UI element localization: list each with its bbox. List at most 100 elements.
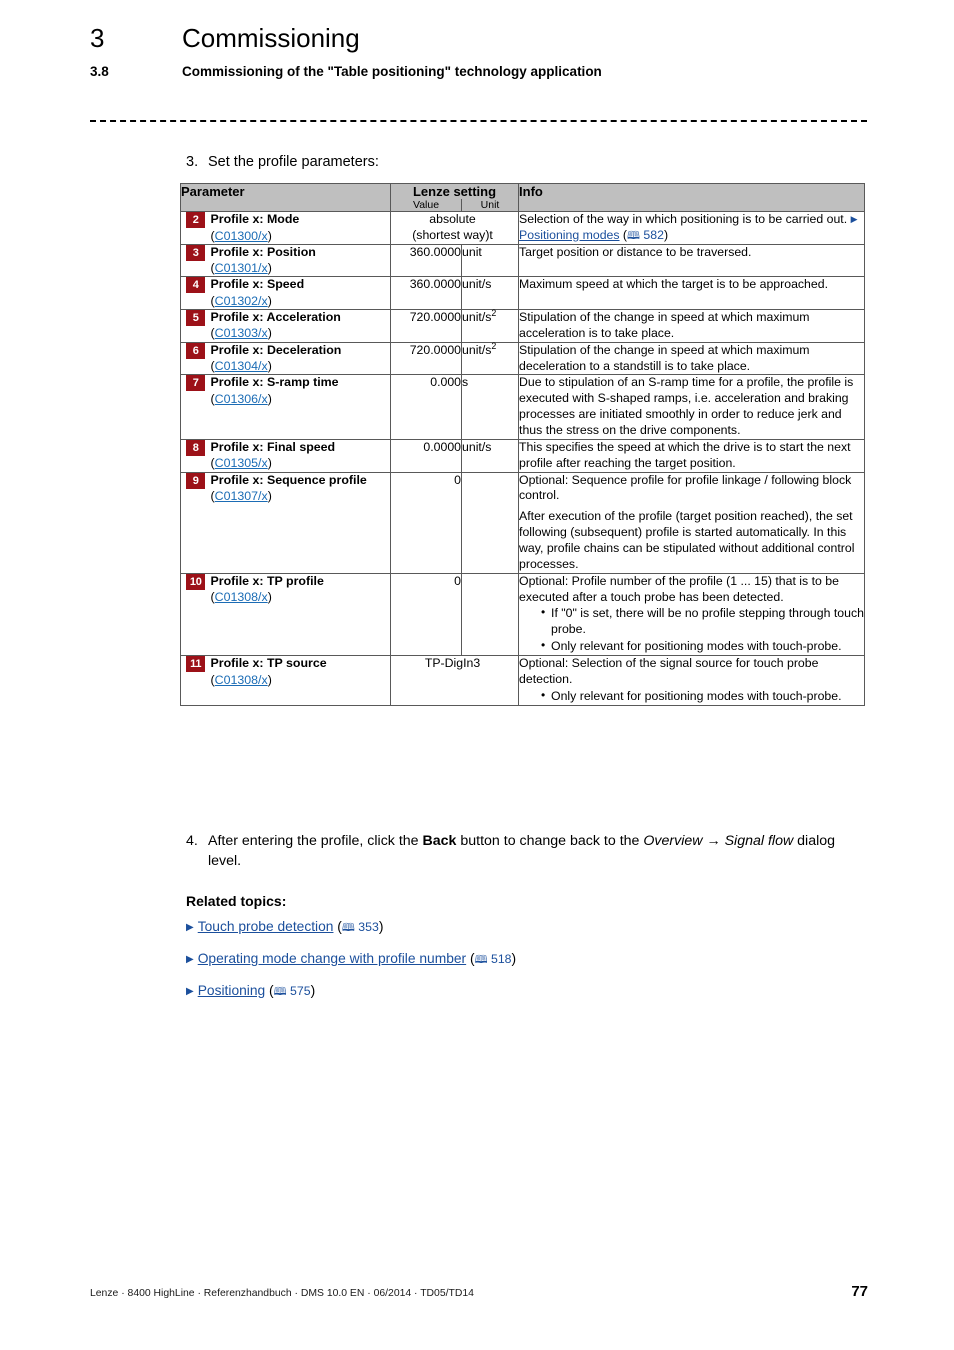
step-marker-badge: 2 [186, 212, 206, 228]
step-marker-badge: 3 [186, 244, 206, 261]
parameter-code: (C01300/x) [210, 228, 272, 243]
unit-cell: unit/s2 [461, 307, 520, 343]
page-reference[interactable]: 518 [488, 952, 512, 966]
section-title: Commissioning of the "Table positioning"… [182, 63, 602, 79]
parameter-code-link[interactable]: C01308/x [215, 590, 268, 604]
value-cell: 720.0000 [390, 308, 463, 343]
info-bullet-item: Only relevant for positioning modes with… [519, 638, 864, 655]
table-row: 5 Profile x: Acceleration (C01303/x) 720.00… [180, 307, 866, 343]
parameter-code-link[interactable]: C01307/x [215, 489, 268, 503]
parameter-cell: Profile x: Deceleration (C01304/x) [210, 341, 392, 376]
chapter-number: 3 [90, 23, 105, 53]
book-icon: 🕮 [627, 228, 641, 242]
parameter-code-link[interactable]: C01301/x [215, 261, 268, 275]
parameter-code-link[interactable]: C01306/x [215, 392, 268, 406]
row-badge-cell: 10 [180, 572, 211, 657]
parameter-code-link[interactable]: C01300/x [215, 229, 268, 243]
row-badge-cell: 6 [180, 341, 211, 376]
page-reference[interactable]: 582 [640, 228, 664, 242]
related-topic-item[interactable]: ▶ Positioning (🕮 575) [186, 983, 846, 1002]
related-topic-link[interactable]: Operating mode change with profile numbe… [198, 951, 466, 966]
parameter-code: (C01308/x) [210, 590, 272, 605]
info-bullet-item: Only relevant for positioning modes with… [519, 688, 864, 705]
parameter-code-link[interactable]: C01304/x [215, 359, 268, 373]
positioning-modes-link[interactable]: Positioning modes [519, 228, 619, 242]
parameter-cell: Profile x: Mode (C01300/x) [210, 211, 392, 245]
related-topic-link[interactable]: Touch probe detection [198, 919, 334, 934]
triangle-bullet-icon: ▶ [850, 214, 858, 224]
table-row: 11 Profile x: TP source (C01308/x) TP-DigIn… [180, 655, 866, 706]
parameter-code-link[interactable]: C01302/x [215, 294, 268, 308]
th-unit: Unit [461, 199, 520, 212]
parameter-name: Profile x: Mode [210, 212, 300, 226]
info-cell: Maximum speed at which the target is to … [518, 276, 866, 310]
value-cell: 0 [390, 572, 463, 657]
parameter-name: Profile x: Sequence profile [210, 472, 367, 487]
value-cell: TP-DigIn3 [390, 655, 520, 706]
step-marker-badge: 4 [186, 277, 206, 294]
parameter-code: (C01306/x) [210, 391, 272, 406]
th-parameter: Parameter [179, 183, 391, 199]
info-cell: Stipulation of the change in speed at wh… [518, 341, 866, 376]
step-marker-badge: 6 [186, 342, 206, 359]
parameter-code: (C01307/x) [210, 489, 272, 504]
th-lenze-setting: Lenze setting [390, 183, 520, 199]
page-footer: Lenze · 8400 HighLine · Referenzhandbuch… [90, 1283, 868, 1300]
page-reference[interactable]: 575 [287, 984, 311, 998]
unit-exponent: 2 [491, 307, 497, 318]
parameter-code: (C01303/x) [210, 326, 272, 341]
value-cell: 360.0000 [390, 276, 463, 310]
info-paragraph: After execution of the profile (target p… [519, 509, 855, 571]
parameter-code-link[interactable]: C01308/x [215, 673, 268, 687]
info-cell: This specifies the speed at which the dr… [518, 438, 866, 473]
table-header-row-main: Parameter Lenze setting Info [179, 183, 866, 212]
page-header: 3 Commissioning 3.8 Commissioning of the… [90, 24, 870, 79]
parameter-code: (C01304/x) [210, 359, 272, 374]
th-value: Value [390, 199, 463, 212]
parameter-code-link[interactable]: C01303/x [215, 326, 268, 340]
table-body: 2 Profile x: Mode (C01300/x) absolute (short… [180, 211, 866, 706]
info-paragraph: This specifies the speed at which the dr… [519, 439, 851, 470]
row-badge-cell: 11 [180, 655, 211, 706]
table-head: Parameter Lenze setting Info Value Unit [179, 183, 866, 212]
step-4-number: 4. [186, 833, 198, 849]
footer-imprint: Lenze · 8400 HighLine · Referenzhandbuch… [90, 1288, 474, 1299]
unit-cell: unit/s [461, 438, 520, 473]
info-bullet-list: Only relevant for positioning modes with… [519, 688, 864, 705]
footer-page-number: 77 [851, 1283, 868, 1300]
th-info: Info [518, 183, 866, 212]
info-paragraph: Optional: Sequence profile for profile l… [519, 472, 852, 503]
chapter-row: 3 Commissioning [90, 24, 870, 53]
row-badge-cell: 7 [180, 374, 211, 440]
step-3-number: 3. [186, 154, 199, 170]
step-marker-badge: 10 [186, 573, 206, 590]
info-paragraph: Target position or distance to be traver… [519, 244, 752, 259]
info-cell: Selection of the way in which positionin… [518, 211, 866, 245]
parameter-name: Profile x: Speed [210, 277, 305, 292]
th-parameter-sub [179, 199, 391, 212]
parameter-cell: Profile x: Position (C01301/x) [210, 243, 392, 278]
info-cell: Target position or distance to be traver… [518, 243, 866, 278]
triangle-bullet-icon: ▶ [186, 954, 194, 965]
related-topics-list: ▶ Touch probe detection (🕮 353) ▶ Operating… [186, 919, 846, 1015]
row-badge-cell: 3 [180, 243, 211, 278]
info-paragraph: Stipulation of the change in speed at wh… [519, 309, 810, 340]
parameter-cell: Profile x: TP profile (C01308/x) [210, 572, 392, 657]
parameter-name: Profile x: Deceleration [210, 342, 342, 357]
parameter-code: (C01302/x) [210, 293, 272, 308]
parameter-code-link[interactable]: C01305/x [215, 456, 268, 470]
table-row: 9 Profile x: Sequence profile (C01307/x) 0 O… [180, 471, 866, 574]
related-topic-item[interactable]: ▶ Touch probe detection (🕮 353) [186, 919, 846, 938]
parameter-code: (C01301/x) [210, 261, 272, 276]
info-cell: Stipulation of the change in speed at wh… [518, 308, 866, 343]
parameter-name: Profile x: TP profile [210, 573, 324, 588]
info-cell: Optional: Selection of the signal source… [518, 655, 866, 706]
step-3-text: Set the profile parameters: [208, 154, 379, 170]
related-topic-item[interactable]: ▶ Operating mode change with profile numb… [186, 951, 846, 970]
info-paragraph: Selection of the way in which positionin… [519, 212, 858, 242]
related-topic-link[interactable]: Positioning [198, 983, 266, 998]
step-4-part1: After entering the profile, click the [208, 833, 423, 849]
parameter-cell: Profile x: Speed (C01302/x) [210, 276, 392, 310]
page-reference[interactable]: 353 [355, 920, 379, 934]
table-row: 7 Profile x: S-ramp time (C01306/x) 0.000 s D… [180, 374, 866, 440]
